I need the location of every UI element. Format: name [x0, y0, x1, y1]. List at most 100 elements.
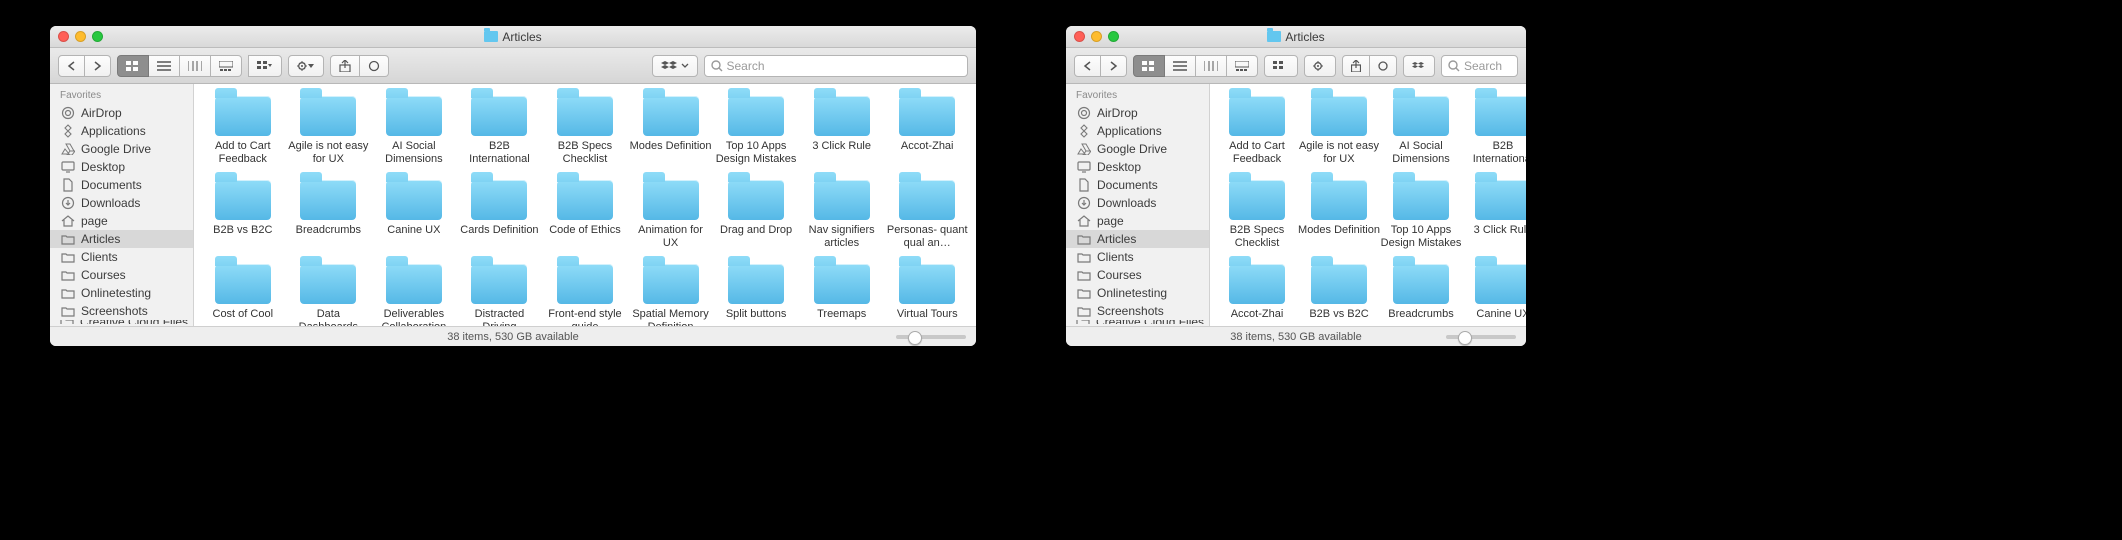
gallery-view-button[interactable]	[1227, 55, 1258, 77]
close-icon[interactable]	[1074, 31, 1085, 42]
sidebar-item-clients[interactable]: Clients	[50, 248, 193, 266]
folder[interactable]: 3 Click Rule	[1462, 178, 1526, 262]
search-input[interactable]	[1464, 59, 1511, 73]
folder[interactable]: Nav signifiers articles	[801, 178, 883, 262]
forward-button[interactable]	[1101, 55, 1127, 77]
folder[interactable]: B2B Specs Checklist	[1216, 178, 1298, 262]
forward-button[interactable]	[85, 55, 111, 77]
arrange-button[interactable]	[1264, 55, 1298, 77]
folder[interactable]: Agile is not easy for UX	[287, 94, 369, 178]
sidebar-item-airdrop[interactable]: AirDrop	[50, 104, 193, 122]
folder[interactable]: Top 10 Apps Design Mistakes	[715, 94, 797, 178]
sidebar-item-applications[interactable]: Applications	[50, 122, 193, 140]
gallery-view-button[interactable]	[211, 55, 242, 77]
dropbox-button[interactable]	[652, 55, 698, 77]
sidebar-item-articles[interactable]: Articles	[1066, 230, 1209, 248]
sidebar-item-onlinetesting[interactable]: Onlinetesting	[1066, 284, 1209, 302]
folder[interactable]: Cost of Cool	[202, 262, 284, 326]
folder[interactable]: Canine UX	[1462, 262, 1526, 326]
back-button[interactable]	[1074, 55, 1101, 77]
action-button[interactable]	[1304, 55, 1336, 77]
zoom-icon[interactable]	[1108, 31, 1119, 42]
folder[interactable]: Animation for UX	[630, 178, 712, 262]
folder[interactable]: Cards Definition	[458, 178, 540, 262]
search-field[interactable]	[704, 55, 969, 77]
sidebar-item-documents[interactable]: Documents	[50, 176, 193, 194]
icon-size-slider[interactable]	[896, 335, 966, 339]
folder[interactable]: Front-end style guide	[544, 262, 626, 326]
folder[interactable]: Data Dashboards	[287, 262, 369, 326]
tags-button[interactable]	[1370, 55, 1397, 77]
minimize-icon[interactable]	[1091, 31, 1102, 42]
sidebar-item-documents[interactable]: Documents	[1066, 176, 1209, 194]
folder[interactable]: Breadcrumbs	[287, 178, 369, 262]
sidebar-item-screenshots[interactable]: Screenshots	[1066, 302, 1209, 320]
sidebar-item-downloads[interactable]: Downloads	[50, 194, 193, 212]
share-button[interactable]	[1342, 55, 1370, 77]
icon-size-slider[interactable]	[1446, 335, 1516, 339]
folder[interactable]: Distracted Driving	[458, 262, 540, 326]
search-input[interactable]	[727, 59, 962, 73]
column-view-button[interactable]	[1196, 55, 1227, 77]
sidebar-item-creative-cloud-files[interactable]: Creative Cloud Files	[50, 320, 193, 324]
folder[interactable]: Personas- quant qual an…htweight	[886, 178, 968, 262]
folder[interactable]: Agile is not easy for UX	[1298, 94, 1380, 178]
folder[interactable]: Accot-Zhai	[1216, 262, 1298, 326]
sidebar-item-desktop[interactable]: Desktop	[50, 158, 193, 176]
sidebar-item-courses[interactable]: Courses	[1066, 266, 1209, 284]
back-button[interactable]	[58, 55, 85, 77]
sidebar-item-clients[interactable]: Clients	[1066, 248, 1209, 266]
folder[interactable]: B2B International	[458, 94, 540, 178]
sidebar-item-airdrop[interactable]: AirDrop	[1066, 104, 1209, 122]
folder[interactable]: Split buttons	[715, 262, 797, 326]
folder[interactable]: Top 10 Apps Design Mistakes	[1380, 178, 1462, 262]
sidebar-item-downloads[interactable]: Downloads	[1066, 194, 1209, 212]
sidebar-item-creative-cloud-files[interactable]: Creative Cloud Files	[1066, 320, 1209, 324]
folder[interactable]: Canine UX	[373, 178, 455, 262]
folder[interactable]: B2B vs B2C	[202, 178, 284, 262]
folder[interactable]: Code of Ethics	[544, 178, 626, 262]
titlebar[interactable]: Articles	[1066, 26, 1526, 48]
column-view-button[interactable]	[180, 55, 211, 77]
minimize-icon[interactable]	[75, 31, 86, 42]
dropbox-button[interactable]	[1403, 55, 1435, 77]
sidebar-item-courses[interactable]: Courses	[50, 266, 193, 284]
sidebar-item-page[interactable]: page	[50, 212, 193, 230]
folder[interactable]: Deliverables Collaboration	[373, 262, 455, 326]
folder[interactable]: Add to Cart Feedback	[1216, 94, 1298, 178]
folder[interactable]: Drag and Drop	[715, 178, 797, 262]
folder[interactable]: Modes Definition	[630, 94, 712, 178]
sidebar-item-screenshots[interactable]: Screenshots	[50, 302, 193, 320]
share-button[interactable]	[330, 55, 360, 77]
search-field[interactable]	[1441, 55, 1518, 77]
list-view-button[interactable]	[1165, 55, 1196, 77]
sidebar-item-articles[interactable]: Articles	[50, 230, 193, 248]
folder[interactable]: B2B International	[1462, 94, 1526, 178]
folder[interactable]: Add to Cart Feedback	[202, 94, 284, 178]
sidebar-item-page[interactable]: page	[1066, 212, 1209, 230]
arrange-button[interactable]	[248, 55, 282, 77]
folder[interactable]: Modes Definition	[1298, 178, 1380, 262]
folder[interactable]: Breadcrumbs	[1380, 262, 1462, 326]
action-button[interactable]	[288, 55, 324, 77]
folder[interactable]: Accot-Zhai	[886, 94, 968, 178]
folder[interactable]: AI Social Dimensions	[373, 94, 455, 178]
sidebar-item-applications[interactable]: Applications	[1066, 122, 1209, 140]
icon-view-button[interactable]	[117, 55, 149, 77]
sidebar-item-google-drive[interactable]: Google Drive	[1066, 140, 1209, 158]
sidebar-item-onlinetesting[interactable]: Onlinetesting	[50, 284, 193, 302]
folder[interactable]: B2B vs B2C	[1298, 262, 1380, 326]
folder[interactable]: Spatial Memory Definition	[630, 262, 712, 326]
folder[interactable]: AI Social Dimensions	[1380, 94, 1462, 178]
sidebar-item-google-drive[interactable]: Google Drive	[50, 140, 193, 158]
close-icon[interactable]	[58, 31, 69, 42]
folder[interactable]: B2B Specs Checklist	[544, 94, 626, 178]
tags-button[interactable]	[360, 55, 389, 77]
sidebar-item-desktop[interactable]: Desktop	[1066, 158, 1209, 176]
folder[interactable]: 3 Click Rule	[801, 94, 883, 178]
titlebar[interactable]: Articles	[50, 26, 976, 48]
folder[interactable]: Virtual Tours	[886, 262, 968, 326]
list-view-button[interactable]	[149, 55, 180, 77]
folder[interactable]: Treemaps	[801, 262, 883, 326]
icon-view-button[interactable]	[1133, 55, 1165, 77]
